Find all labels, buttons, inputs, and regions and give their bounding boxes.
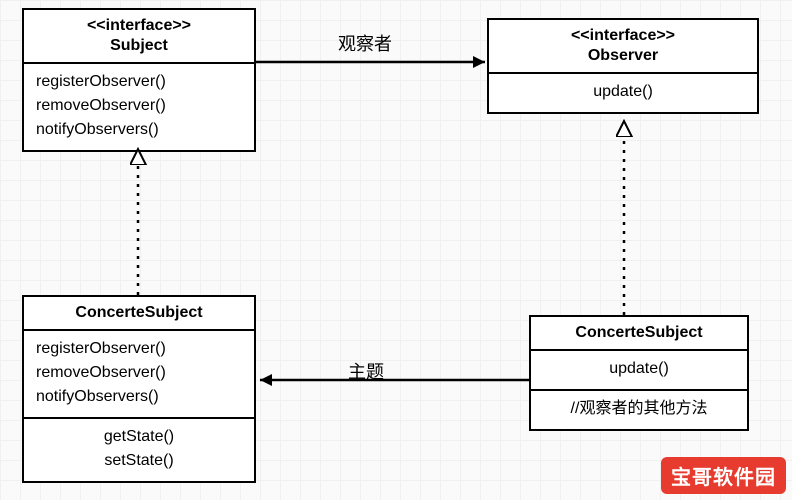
- uml-methods: registerObserver() removeObserver() noti…: [24, 64, 254, 150]
- class-name: ConcerteSubject: [539, 323, 739, 343]
- uml-title: <<interface>> Subject: [24, 10, 254, 64]
- uml-methods: registerObserver() removeObserver() noti…: [24, 331, 254, 419]
- method: registerObserver(): [36, 337, 242, 361]
- uml-title: ConcerteSubject: [24, 297, 254, 331]
- method: update(): [501, 80, 745, 104]
- method: getState(): [36, 425, 242, 449]
- method: removeObserver(): [36, 361, 242, 385]
- uml-class-concrete-subject: ConcerteSubject registerObserver() remov…: [22, 295, 256, 483]
- watermark-badge: 宝哥软件园: [661, 457, 786, 494]
- uml-class-observer: <<interface>> Observer update(): [487, 18, 759, 114]
- class-name: ConcerteSubject: [32, 303, 246, 323]
- uml-title: ConcerteSubject: [531, 317, 747, 351]
- uml-class-concrete-observer: ConcerteSubject update() //观察者的其他方法: [529, 315, 749, 431]
- uml-class-subject: <<interface>> Subject registerObserver()…: [22, 8, 256, 152]
- comment: //观察者的其他方法: [543, 397, 735, 421]
- uml-methods-secondary: getState() setState(): [24, 419, 254, 481]
- uml-methods: update(): [531, 351, 747, 391]
- stereotype: <<interface>>: [32, 16, 246, 36]
- stereotype: <<interface>>: [497, 26, 749, 46]
- class-name: Observer: [497, 46, 749, 66]
- label-observer-relation: 观察者: [338, 30, 392, 56]
- method: notifyObservers(): [36, 385, 242, 409]
- method: registerObserver(): [36, 70, 242, 94]
- uml-note: //观察者的其他方法: [531, 391, 747, 429]
- uml-methods: update(): [489, 74, 757, 112]
- method: update(): [543, 357, 735, 381]
- method: notifyObservers(): [36, 118, 242, 142]
- method: setState(): [36, 449, 242, 473]
- method: removeObserver(): [36, 94, 242, 118]
- label-subject-relation: 主题: [348, 358, 384, 384]
- class-name: Subject: [32, 36, 246, 56]
- uml-title: <<interface>> Observer: [489, 20, 757, 74]
